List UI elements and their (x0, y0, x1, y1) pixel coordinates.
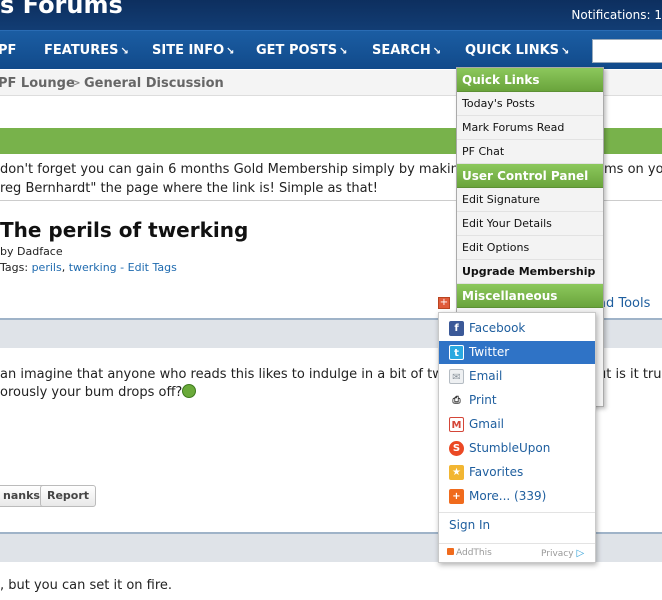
by-prefix: by (0, 245, 14, 258)
thread-tags: Tags: perils, twerking - Edit Tags (0, 261, 177, 274)
share-stumbleupon[interactable]: S StumbleUpon (439, 437, 595, 460)
notifications-link[interactable]: Notifications: 1 (571, 8, 662, 22)
menu-section-header: Quick Links (457, 68, 603, 92)
menu-item-edit-options[interactable]: Edit Options (457, 236, 603, 260)
tag-link[interactable]: twerking (69, 261, 117, 274)
nav-item-pf[interactable]: PF (0, 43, 16, 58)
nav-label: FEATURES (44, 43, 119, 58)
addthis-logo-icon (447, 548, 454, 555)
menu-item-mark-forums-read[interactable]: Mark Forums Read (457, 116, 603, 140)
share-label: Facebook (469, 321, 526, 335)
breadcrumb-pf-lounge[interactable]: PF Lounge (0, 76, 75, 91)
share-popup: f Facebook t Twitter ✉ Email ⎙ Print M G… (438, 312, 596, 563)
arrow-down-right-icon: ↘ (561, 46, 570, 57)
share-label: Gmail (469, 417, 505, 431)
privacy-link[interactable]: Privacy ▷ (541, 548, 584, 559)
author-name[interactable]: Dadface (17, 245, 63, 258)
post-line-2: orously your bum drops off? (0, 385, 183, 400)
nav-item-search[interactable]: SEARCH ↘ (372, 43, 441, 58)
menu-item-todays-posts[interactable]: Today's Posts (457, 92, 603, 116)
share-facebook[interactable]: f Facebook (439, 317, 595, 340)
menu-item-pf-chat[interactable]: PF Chat (457, 140, 603, 164)
share-button[interactable]: + (438, 297, 450, 309)
arrow-down-right-icon: ↘ (226, 46, 235, 57)
smiley-icon (182, 384, 197, 398)
twitter-icon: t (449, 345, 464, 360)
report-button[interactable]: Report (40, 485, 97, 507)
tag-link[interactable]: perils (32, 261, 62, 274)
email-icon: ✉ (449, 369, 464, 384)
menu-section-header: Miscellaneous (457, 284, 603, 308)
favorites-icon: ★ (449, 465, 464, 480)
menu-item-edit-signature[interactable]: Edit Signature (457, 188, 603, 212)
nav-item-get-posts[interactable]: GET POSTS ↘ (256, 43, 348, 58)
share-label: Favorites (469, 465, 524, 479)
breadcrumb-general-discussion[interactable]: General Discussion (84, 76, 224, 91)
nav-label: SITE INFO (152, 43, 225, 58)
privacy-label: Privacy (541, 549, 574, 559)
breadcrumb-separator: > (70, 76, 81, 91)
nav-item-features[interactable]: FEATURES ↘ (44, 43, 129, 58)
post-line-1: an imagine that anyone who reads this li… (0, 367, 443, 382)
facebook-icon: f (449, 321, 464, 336)
thread-title: The perils of twerking (0, 218, 249, 242)
nav-label: QUICK LINKS (465, 43, 560, 58)
arrow-down-right-icon: ↘ (120, 46, 129, 57)
notice-line-1-tail: ms on yo (604, 162, 662, 177)
share-more[interactable]: + More... (339) (439, 485, 595, 508)
more-icon: + (449, 489, 464, 504)
gmail-icon: M (449, 417, 464, 432)
share-label: Email (469, 369, 503, 383)
tags-prefix: Tags: (0, 261, 29, 274)
menu-section-header: User Control Panel (457, 164, 603, 188)
share-label: More... (339) (469, 489, 547, 503)
share-twitter[interactable]: t Twitter (439, 341, 595, 364)
nav-label: GET POSTS (256, 43, 338, 58)
thread-tools-menu[interactable]: ad Tools (598, 296, 650, 311)
arrow-down-right-icon: ↘ (432, 46, 442, 57)
sign-in-link[interactable]: Sign In (449, 518, 490, 532)
share-favorites[interactable]: ★ Favorites (439, 461, 595, 484)
search-input[interactable] (592, 39, 662, 63)
share-print[interactable]: ⎙ Print (439, 389, 595, 412)
share-label: Twitter (469, 345, 510, 359)
share-gmail[interactable]: M Gmail (439, 413, 595, 436)
stumbleupon-icon: S (449, 441, 464, 456)
print-icon: ⎙ (449, 393, 464, 408)
post-body: , but you can set it on fire. (0, 578, 173, 593)
privacy-play-icon: ▷ (576, 548, 585, 559)
nav-label: PF (0, 43, 17, 58)
share-popup-footer: AddThis Privacy ▷ (439, 543, 595, 563)
post-body: an imagine that anyone who reads this li… (0, 366, 443, 402)
nav-label: SEARCH (372, 43, 431, 58)
menu-item-upgrade-membership[interactable]: Upgrade Membership (457, 260, 603, 284)
arrow-down-right-icon: ↘ (339, 46, 348, 57)
post-line-1-tail: ut is it tru (598, 367, 662, 382)
share-email[interactable]: ✉ Email (439, 365, 595, 388)
menu-item-edit-details[interactable]: Edit Your Details (457, 212, 603, 236)
site-title[interactable]: s Forums (0, 0, 123, 19)
share-label: Print (469, 393, 497, 407)
share-label: StumbleUpon (469, 441, 551, 455)
main-nav: PF FEATURES ↘ SITE INFO ↘ GET POSTS ↘ SEARC… (0, 30, 662, 69)
edit-tags-link[interactable]: Edit Tags (128, 261, 177, 274)
nav-item-quick-links[interactable]: QUICK LINKS ↘ (465, 43, 569, 58)
divider (439, 512, 595, 513)
thread-author: by Dadface (0, 245, 63, 258)
addthis-label: AddThis (456, 548, 492, 558)
nav-item-site-info[interactable]: SITE INFO ↘ (152, 43, 235, 58)
top-header: s Forums Notifications: 1 (0, 0, 662, 30)
addthis-brand[interactable]: AddThis (447, 548, 492, 558)
